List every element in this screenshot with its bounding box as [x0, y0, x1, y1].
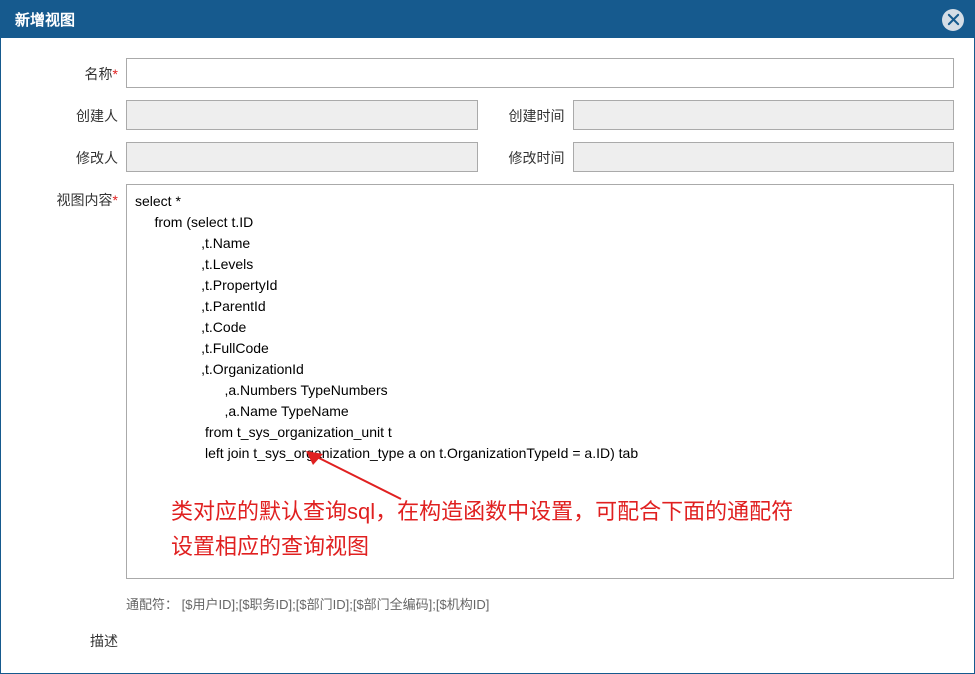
- name-input[interactable]: [126, 58, 954, 88]
- creator-input[interactable]: [126, 100, 478, 130]
- close-icon[interactable]: [942, 9, 964, 31]
- modal-title: 新增视图: [15, 12, 75, 29]
- create-time-label: 创建时间: [498, 100, 573, 130]
- wildcard-helper: 通配符： [$用户ID];[$职务ID];[$部门ID];[$部门全编码];[$…: [126, 594, 954, 613]
- form-row-desc: 描述: [21, 625, 954, 651]
- create-time-input[interactable]: [573, 100, 955, 130]
- desc-label: 描述: [21, 625, 126, 651]
- wildcard-text: [$用户ID];[$职务ID];[$部门ID];[$部门全编码];[$机构ID]: [182, 597, 490, 612]
- form-row-name: 名称*: [21, 58, 954, 88]
- creator-label: 创建人: [21, 100, 126, 130]
- form-row-modifier: 修改人 修改时间: [21, 142, 954, 172]
- modify-time-label: 修改时间: [498, 142, 573, 172]
- modifier-label: 修改人: [21, 142, 126, 172]
- modal-body: 名称* 创建人 创建时间 修改人 修改时间 视图内容*: [1, 38, 974, 673]
- content-label: 视图内容*: [21, 184, 126, 210]
- modal-dialog: 新增视图 名称* 创建人 创建时间 修改人 修改时间: [0, 0, 975, 674]
- name-label: 名称*: [21, 58, 126, 84]
- modifier-input[interactable]: [126, 142, 478, 172]
- wildcard-label: 通配符：: [126, 597, 178, 612]
- form-row-creator: 创建人 创建时间: [21, 100, 954, 130]
- modify-time-input[interactable]: [573, 142, 955, 172]
- content-textarea[interactable]: [126, 184, 954, 579]
- modal-header: 新增视图: [1, 1, 974, 38]
- form-row-content: 视图内容* 类对应的默认查询sql，在构造函数中设置，可配合下面的通配符 设置相…: [21, 184, 954, 582]
